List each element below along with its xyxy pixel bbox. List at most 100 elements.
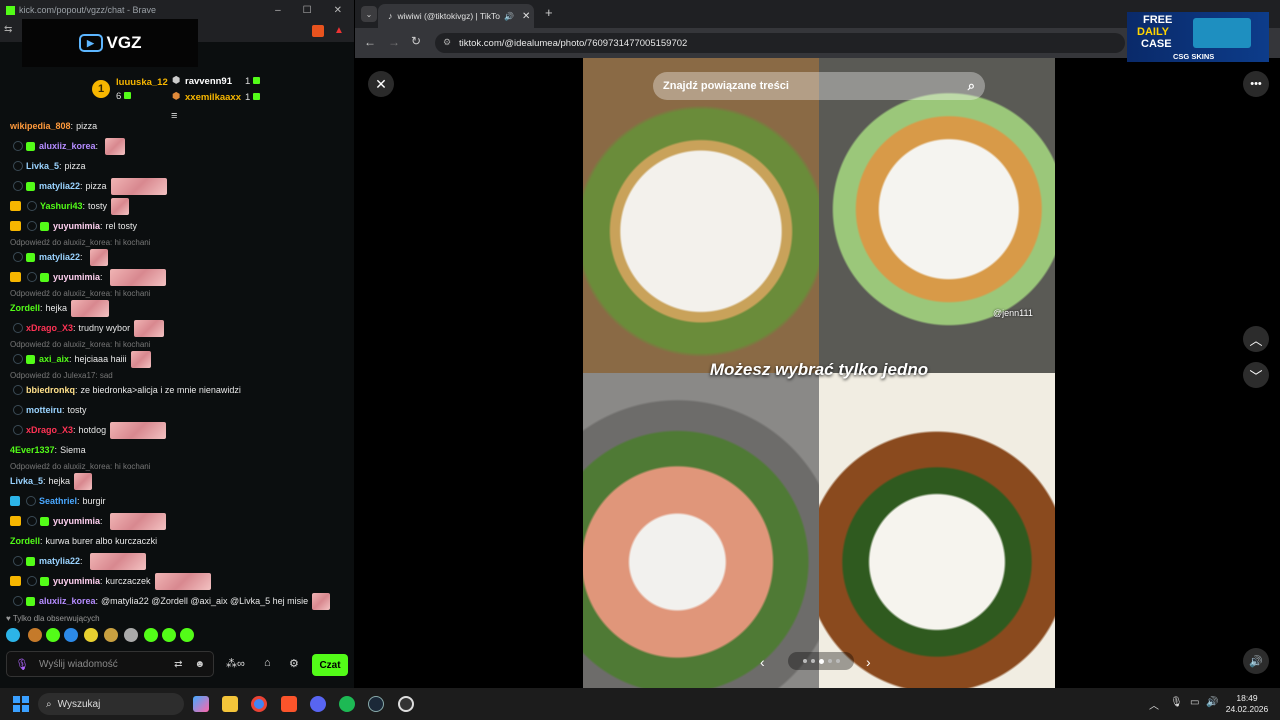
emote-icon[interactable] — [28, 628, 42, 642]
chat-username[interactable]: matylia22 — [39, 252, 80, 262]
emote-icon[interactable] — [124, 628, 138, 642]
translate-icon[interactable]: ⇄ — [174, 659, 182, 670]
tray-chevron-icon[interactable]: ︿ — [1149, 697, 1159, 712]
csgo-skins-ad[interactable]: FREE DAILY CASE CSG SKINS — [1127, 12, 1269, 62]
emote-icon[interactable] — [162, 628, 176, 642]
chat-username[interactable]: Zordell — [10, 303, 40, 313]
chat-username[interactable]: yuyumimia — [53, 576, 100, 586]
badge-outline-icon — [27, 516, 37, 526]
chat-username[interactable]: yuyumimia — [53, 516, 100, 526]
page-dot[interactable] — [827, 659, 832, 663]
emoji-picker-icon[interactable]: ☻ — [194, 659, 205, 670]
emote-icon[interactable] — [6, 628, 20, 642]
new-tab-plus-icon[interactable]: + — [545, 5, 553, 20]
emote-icon[interactable] — [180, 628, 194, 642]
search-icon[interactable]: ⌕ — [968, 78, 975, 94]
page-dot-active[interactable] — [818, 658, 824, 664]
reply-reference[interactable]: Odpowiedź do aluxiiz_korea: hi kochani — [10, 462, 151, 471]
related-search-input[interactable]: Znajdź powiązane treści ⌕ — [653, 72, 985, 100]
emote-icon[interactable] — [64, 628, 78, 642]
maximize-icon[interactable]: ☐ — [303, 5, 312, 16]
chat-username[interactable]: aluxiiz_korea — [39, 596, 96, 606]
next-post-arrow-icon[interactable]: ﹀ — [1243, 362, 1269, 388]
reload-icon[interactable]: ↻ — [411, 34, 421, 48]
close-viewer-icon[interactable]: ✕ — [368, 71, 394, 97]
next-photo-chevron-icon[interactable]: › — [866, 654, 871, 670]
brave-shield-icon[interactable] — [312, 25, 324, 37]
reply-reference[interactable]: Odpowiedź do Julexa17: sad — [10, 371, 113, 380]
ad-case-image — [1193, 18, 1251, 48]
tab-audio-icon[interactable]: 🔊 — [504, 12, 514, 21]
spotify-icon[interactable] — [339, 696, 355, 712]
tab-tiktok[interactable]: ♪ wiwiwi (@tiktokivgz) | TikTo 🔊 ✕ — [378, 4, 534, 28]
podium-first-user[interactable]: luuuska_12 — [116, 77, 168, 88]
back-arrow-icon[interactable]: ← — [364, 35, 376, 49]
emote-icon[interactable] — [46, 628, 60, 642]
store-icon[interactable]: ⌂ — [264, 657, 271, 669]
site-info-icon[interactable]: ⚙ — [443, 37, 451, 48]
settings-toggle-icon[interactable]: ⇆ — [4, 24, 12, 35]
chrome-icon[interactable] — [251, 696, 267, 712]
podium-second-user[interactable]: ravvenn91 — [185, 76, 232, 87]
start-windows-icon[interactable] — [13, 696, 29, 712]
chat-message: axi_aix: hejciaaa haiii — [10, 349, 151, 369]
brave-rewards-icon[interactable]: ▲ — [334, 25, 346, 37]
emote-image — [89, 248, 108, 266]
page-dot[interactable] — [810, 659, 815, 663]
reply-reference[interactable]: Odpowiedź do aluxiiz_korea: hi kochani — [10, 340, 151, 349]
tray-volume-icon[interactable]: 🔊 — [1206, 697, 1218, 708]
chat-username[interactable]: aluxiiz_korea — [39, 141, 96, 151]
tab-list-chevron-icon[interactable]: ⌄ — [361, 6, 377, 22]
taskbar-search[interactable]: ⌕ Wyszukaj — [38, 693, 184, 715]
chat-username[interactable]: Seathriel — [39, 496, 77, 506]
chat-username[interactable]: wikipedia_808 — [10, 121, 71, 131]
copilot-icon[interactable] — [193, 696, 209, 712]
chat-username[interactable]: matylia22 — [39, 181, 80, 191]
chat-username[interactable]: Livka_5 — [10, 476, 43, 486]
send-chat-button[interactable]: Czat — [312, 654, 348, 676]
chat-username[interactable]: xDrago_X3 — [26, 425, 73, 435]
system-clock[interactable]: 18:49 24.02.2026 — [1220, 693, 1274, 715]
chat-username[interactable]: axi_aix — [39, 354, 69, 364]
app-icon[interactable] — [398, 696, 414, 712]
points-icon[interactable]: ⁂∞ — [226, 657, 245, 670]
file-explorer-icon[interactable] — [222, 696, 238, 712]
tab-close-icon[interactable]: ✕ — [522, 11, 530, 22]
more-options-icon[interactable]: ••• — [1243, 71, 1269, 97]
page-dot[interactable] — [835, 659, 840, 663]
previous-post-arrow-icon[interactable]: ︿ — [1243, 326, 1269, 352]
chat-username[interactable]: matylia22 — [39, 556, 80, 566]
chat-username[interactable]: yuyumimia — [53, 272, 100, 282]
chat-username[interactable]: 4Ever1337 — [10, 445, 55, 455]
page-dot[interactable] — [802, 659, 807, 663]
emote-icon[interactable] — [144, 628, 158, 642]
microphone-icon[interactable]: 🎙 — [15, 658, 29, 671]
minimize-icon[interactable]: – — [275, 5, 281, 16]
chat-username[interactable]: motteiru — [26, 405, 62, 415]
previous-photo-chevron-icon[interactable]: ‹ — [760, 654, 765, 670]
chat-username[interactable]: Zordell — [10, 536, 40, 546]
discord-icon[interactable] — [310, 696, 326, 712]
chat-username[interactable]: xDrago_X3 — [26, 323, 73, 333]
volume-icon[interactable]: 🔊 — [1243, 648, 1269, 674]
emote-icon[interactable] — [84, 628, 98, 642]
address-bar[interactable]: ⚙ tiktok.com/@idealumea/photo/7609731477… — [435, 33, 1125, 53]
photo-salmon-rice — [583, 373, 819, 688]
close-window-icon[interactable]: ✕ — [334, 5, 342, 16]
forward-arrow-icon[interactable]: → — [388, 35, 400, 49]
reply-reference[interactable]: Odpowiedź do aluxiiz_korea: hi kochani — [10, 289, 151, 298]
photo-overlay-caption: Możesz wybrać tylko jedno — [709, 360, 929, 379]
chat-username[interactable]: bbiedronkq — [26, 385, 75, 395]
emote-icon[interactable] — [104, 628, 118, 642]
chat-input[interactable]: 🎙 Wyślij wiadomość ⇄ ☻ — [6, 651, 214, 677]
chat-settings-gear-icon[interactable]: ⚙ — [289, 657, 299, 670]
podium-third-user[interactable]: xxemilkaaxx — [185, 92, 241, 103]
tray-microphone-icon[interactable]: 🎙 — [1170, 697, 1183, 708]
network-icon[interactable]: ▭ — [1190, 697, 1199, 708]
chat-username[interactable]: Yashuri43 — [40, 201, 83, 211]
reply-reference[interactable]: Odpowiedź do aluxiiz_korea: hi kochani — [10, 238, 151, 247]
brave-icon[interactable] — [281, 696, 297, 712]
chat-username[interactable]: Livka_5 — [26, 161, 59, 171]
chat-username[interactable]: yuyumimia — [53, 221, 100, 231]
steam-icon[interactable] — [368, 696, 384, 712]
